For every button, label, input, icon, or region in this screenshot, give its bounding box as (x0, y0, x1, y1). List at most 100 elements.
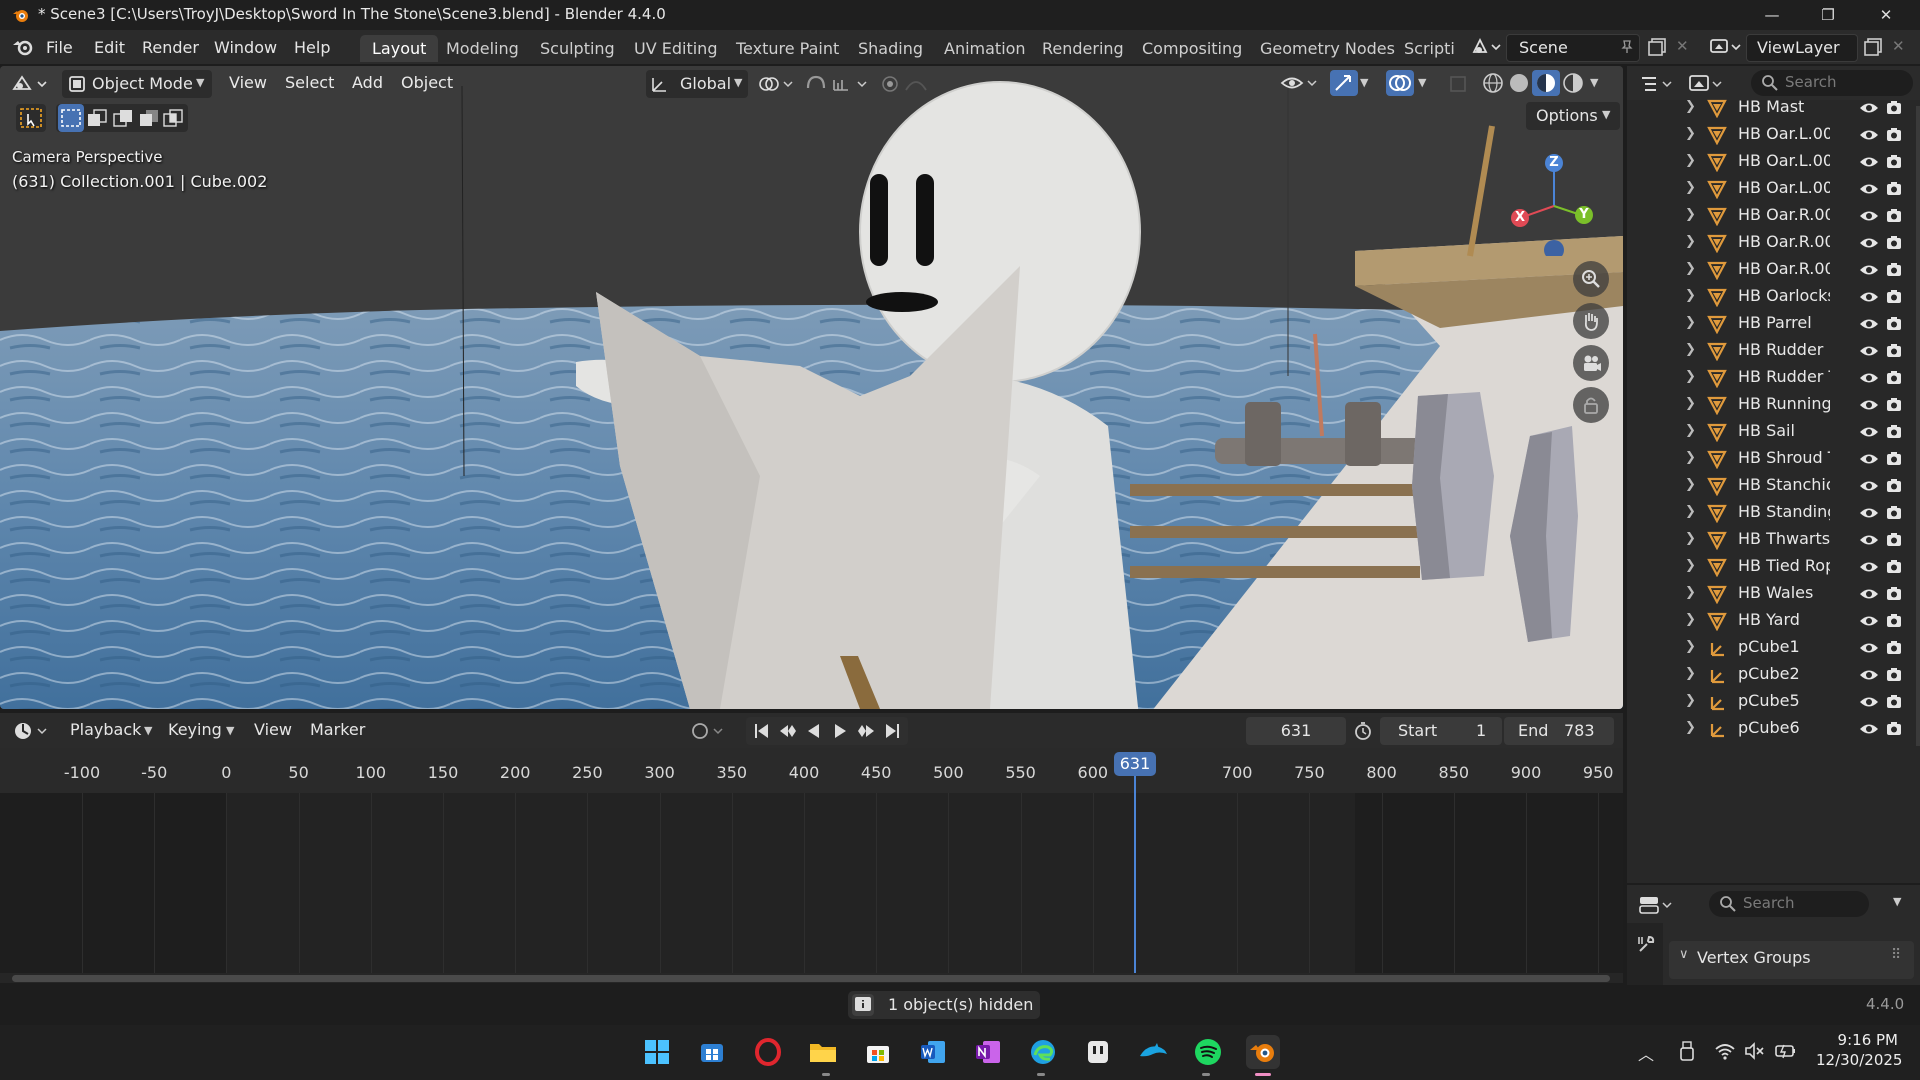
expand-arrow-icon[interactable]: ❯ (1685, 720, 1696, 735)
tab-layout[interactable]: Layout (360, 35, 439, 62)
start-frame-field[interactable]: Start 1 (1380, 717, 1502, 745)
render-camera-icon[interactable] (1885, 423, 1903, 441)
new-scene-icon[interactable] (1646, 36, 1668, 58)
render-camera-icon[interactable] (1885, 261, 1903, 279)
close-window-button[interactable]: ✕ (1858, 0, 1914, 30)
chevron-down-icon[interactable]: ▼ (1590, 76, 1598, 89)
tab-animation[interactable]: Animation (932, 35, 1038, 62)
menu-help[interactable]: Help (288, 36, 336, 59)
outliner-item[interactable]: ❯ pCube1 (1627, 634, 1920, 661)
timeline-menu-playback[interactable]: Playback (70, 720, 141, 739)
expand-arrow-icon[interactable]: ❯ (1685, 180, 1696, 195)
timeline-editor[interactable]: Playback ▼ Keying ▼ View Marker 631 Star… (0, 713, 1623, 983)
stopwatch-icon[interactable] (1352, 720, 1374, 742)
eye-visibility-icon[interactable] (1859, 667, 1879, 683)
jump-to-keyframe-forward-icon[interactable] (854, 721, 878, 741)
eye-visibility-icon[interactable] (1859, 343, 1879, 359)
snap-icon[interactable] (804, 74, 874, 94)
render-camera-icon[interactable] (1885, 396, 1903, 414)
expand-arrow-icon[interactable]: ❯ (1685, 369, 1696, 384)
select-intersect-icon[interactable] (162, 108, 184, 128)
expand-arrow-icon[interactable]: ❯ (1685, 261, 1696, 276)
eye-visibility-icon[interactable] (1859, 559, 1879, 575)
eye-visibility-icon[interactable] (1859, 694, 1879, 710)
properties-editor-type-icon[interactable] (1637, 893, 1677, 917)
tool-wrench-icon[interactable] (1635, 933, 1657, 955)
outliner-item[interactable]: ❯ HB Yard (1627, 607, 1920, 634)
editor-type-button[interactable] (10, 71, 52, 97)
blender-taskbar-icon[interactable] (1246, 1035, 1280, 1069)
menu-render[interactable]: Render (136, 36, 205, 59)
scene-field[interactable]: Scene (1506, 34, 1640, 62)
select-extend-icon[interactable] (86, 108, 108, 128)
end-frame-field[interactable]: End 783 (1504, 717, 1614, 745)
expand-arrow-icon[interactable]: ❯ (1685, 558, 1696, 573)
play-icon[interactable] (830, 721, 850, 741)
properties-search-field[interactable]: Search (1709, 891, 1869, 917)
outliner-item[interactable]: ❯ HB Stanchio (1627, 472, 1920, 499)
render-camera-icon[interactable] (1885, 693, 1903, 711)
expand-arrow-icon[interactable]: ❯ (1685, 396, 1696, 411)
render-camera-icon[interactable] (1885, 639, 1903, 657)
gizmo-y-axis[interactable]: Y (1575, 206, 1593, 224)
expand-arrow-icon[interactable]: ❯ (1685, 693, 1696, 708)
expand-arrow-icon[interactable]: ❯ (1685, 288, 1696, 303)
expand-arrow-icon[interactable]: ❯ (1685, 315, 1696, 330)
render-camera-icon[interactable] (1885, 153, 1903, 171)
jump-to-start-icon[interactable] (752, 721, 772, 741)
chevron-down-icon[interactable]: ▼ (1893, 895, 1901, 908)
gizmo-z-axis[interactable]: Z (1545, 154, 1563, 172)
outliner-item[interactable]: ❯ HB Oar.L.00 (1627, 121, 1920, 148)
camera-view-icon[interactable] (1573, 345, 1609, 381)
select-new-icon[interactable] (58, 104, 84, 132)
maximize-button[interactable]: ❐ (1800, 0, 1856, 30)
eye-visibility-icon[interactable] (1859, 289, 1879, 305)
tab-sculpting[interactable]: Sculpting (528, 35, 627, 62)
outliner-item[interactable]: ❯ HB Rudder (1627, 337, 1920, 364)
outliner-search-field[interactable]: Search (1751, 70, 1913, 96)
eye-visibility-icon[interactable] (1859, 262, 1879, 278)
outliner-item[interactable]: ❯ pCube2 (1627, 661, 1920, 688)
minimize-button[interactable]: — (1744, 0, 1800, 30)
outliner-item[interactable]: ❯ HB Oar.R.00 (1627, 229, 1920, 256)
outliner-item[interactable]: ❯ HB Sail (1627, 418, 1920, 445)
select-subtract-icon[interactable] (112, 108, 134, 128)
render-camera-icon[interactable] (1885, 531, 1903, 549)
eye-visibility-icon[interactable] (1859, 424, 1879, 440)
zoom-view-icon[interactable] (1573, 261, 1609, 297)
visibility-icon[interactable] (1280, 72, 1320, 94)
timeline-scrollbar[interactable] (12, 975, 1610, 982)
expand-arrow-icon[interactable]: ❯ (1685, 585, 1696, 600)
options-dropdown[interactable]: Options ▼ (1526, 102, 1620, 130)
outliner-item[interactable]: ❯ HB Oar.R.00 (1627, 256, 1920, 283)
display-mode-icon[interactable] (1687, 72, 1727, 96)
render-camera-icon[interactable] (1885, 369, 1903, 387)
drag-handle-icon[interactable]: ⠿ (1891, 947, 1901, 963)
timeline-menu-marker[interactable]: Marker (310, 720, 365, 739)
viewport-menu-object[interactable]: Object (401, 73, 453, 92)
jump-to-end-icon[interactable] (882, 721, 902, 741)
expand-arrow-icon[interactable]: ❯ (1685, 450, 1696, 465)
chevron-down-icon[interactable]: ▼ (1360, 76, 1368, 89)
expand-arrow-icon[interactable]: ❯ (1685, 207, 1696, 222)
tab-rendering[interactable]: Rendering (1030, 35, 1136, 62)
taskbar-date[interactable]: 12/30/2025 (1816, 1051, 1902, 1069)
menu-window[interactable]: Window (208, 36, 283, 59)
delete-scene-icon[interactable]: ✕ (1676, 37, 1689, 55)
pivot-point-icon[interactable] (758, 74, 798, 94)
viewport-menu-view[interactable]: View (229, 73, 267, 92)
render-camera-icon[interactable] (1885, 288, 1903, 306)
render-camera-icon[interactable] (1885, 180, 1903, 198)
current-frame-field[interactable]: 631 (1246, 717, 1346, 745)
eye-visibility-icon[interactable] (1859, 316, 1879, 332)
opera-icon[interactable] (751, 1035, 785, 1069)
xray-toggle-icon[interactable] (1448, 74, 1470, 94)
tab-compositing[interactable]: Compositing (1130, 35, 1254, 62)
eye-visibility-icon[interactable] (1859, 451, 1879, 467)
windows-start-icon[interactable] (640, 1035, 674, 1069)
viewport-menu-select[interactable]: Select (285, 73, 334, 92)
outliner-editor-type-icon[interactable] (1639, 72, 1675, 96)
play-reverse-icon[interactable] (804, 721, 824, 741)
expand-arrow-icon[interactable]: ❯ (1685, 342, 1696, 357)
outliner-item[interactable]: ❯ HB Wales (1627, 580, 1920, 607)
